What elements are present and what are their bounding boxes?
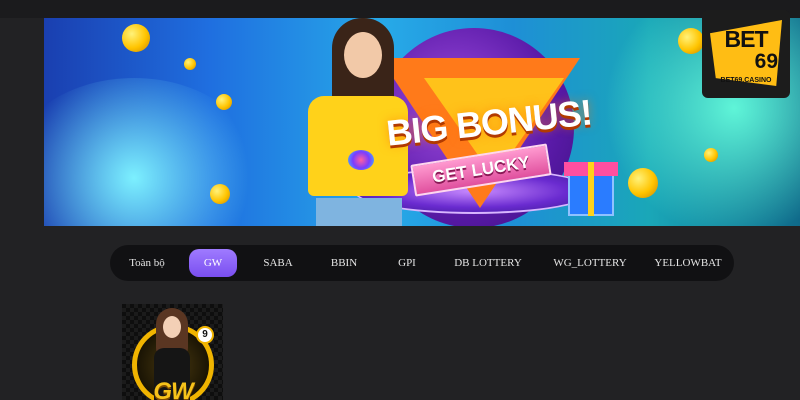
model-candy-bowl [348, 150, 374, 170]
top-strip [0, 0, 800, 18]
tab-saba[interactable]: SABA [250, 249, 306, 277]
lottery-ball-icon: 9 [196, 326, 214, 344]
gift-box-icon [564, 148, 620, 222]
logo-number-text: 69 [754, 50, 778, 73]
logo-brand-text: BET [724, 26, 769, 52]
tab-gpi[interactable]: GPI [382, 249, 432, 277]
coin-icon [122, 24, 150, 52]
game-card-logo-text: GW [153, 378, 193, 400]
logo-domain-text: BET69.CASINO [720, 77, 772, 84]
provider-tab-bar: Toàn bộ GW SABA BBIN GPI DB LOTTERY WG_L… [110, 245, 734, 281]
tab-gw[interactable]: GW [189, 249, 237, 277]
promo-banner[interactable]: BIG BONUS! GET LUCKY [44, 18, 800, 226]
tab-db-lottery[interactable]: DB LOTTERY [446, 249, 530, 277]
model-jeans [316, 198, 402, 226]
tab-bbin[interactable]: BBIN [316, 249, 372, 277]
coin-icon [216, 94, 232, 110]
model-face [344, 32, 382, 78]
gift-box-ribbon [588, 162, 594, 216]
coin-icon [678, 28, 704, 54]
coin-icon [210, 184, 230, 204]
coin-icon [184, 58, 196, 70]
brand-logo[interactable]: BET 69 BET69.CASINO [702, 10, 790, 98]
host-face [163, 316, 181, 338]
coin-icon [704, 148, 718, 162]
tab-all[interactable]: Toàn bộ [116, 249, 178, 277]
coin-icon [628, 168, 658, 198]
game-card-gw[interactable]: 9 GW [122, 304, 223, 400]
tab-yellowbat[interactable]: YELLOWBAT [648, 249, 728, 277]
tab-wg-lottery[interactable]: WG_LOTTERY [546, 249, 634, 277]
